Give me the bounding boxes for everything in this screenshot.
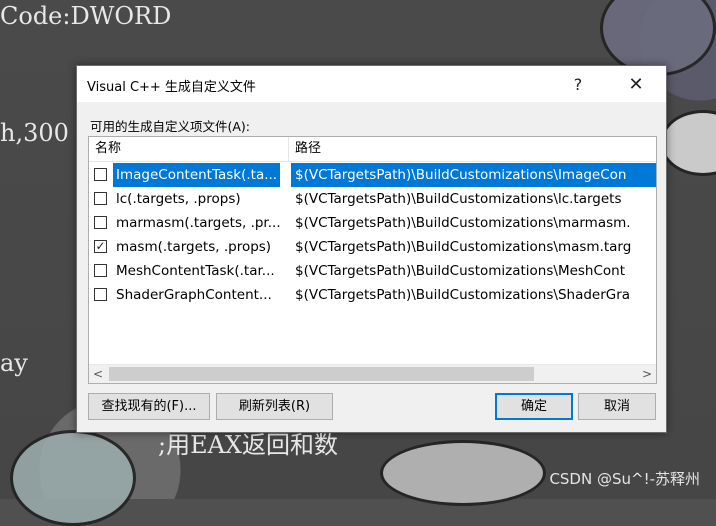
close-button[interactable]: ✕ [613,66,659,102]
item-checkbox-checked[interactable]: ✓ [94,240,107,253]
close-icon: ✕ [628,73,644,95]
item-name: ImageContentTask(.ta... [113,163,281,187]
refresh-list-button[interactable]: 刷新列表(R) [216,393,333,420]
item-checkbox[interactable] [94,168,107,181]
list-item[interactable]: MeshContentTask(.tar... $(VCTargetsPath)… [89,259,656,283]
item-name: masm(.targets, .props) [116,239,272,255]
item-name: MeshContentTask(.tar... [116,263,275,279]
help-button[interactable]: ? [555,66,601,102]
code-line: h,300 [0,119,69,147]
dialog-title: Visual C++ 生成自定义文件 [87,80,256,95]
item-checkbox[interactable] [94,192,107,205]
ok-button[interactable]: 确定 [495,393,573,420]
scroll-right-icon[interactable]: > [638,365,656,383]
item-path: $(VCTargetsPath)\BuildCustomizations\Ima… [291,163,656,187]
item-name: marmasm(.targets, .pr... [116,215,281,231]
scroll-left-icon[interactable]: < [89,365,107,383]
list-header: 名称 路径 [89,137,656,162]
watermark: CSDN @Su^!-苏释州 [549,470,700,488]
item-checkbox[interactable] [94,264,107,277]
item-path: $(VCTargetsPath)\BuildCustomizations\mar… [295,215,631,231]
item-path: $(VCTargetsPath)\BuildCustomizations\Sha… [295,287,631,303]
list-label: 可用的生成自定义项文件(A): [90,119,251,134]
find-existing-button[interactable]: 查找现有的(F)... [88,393,210,420]
item-checkbox[interactable] [94,216,107,229]
item-name: ShaderGraphContent... [116,287,272,303]
horizontal-scrollbar[interactable]: < > [89,364,656,383]
code-line: ay [0,349,28,377]
list-item[interactable]: lc(.targets, .props) $(VCTargetsPath)\Bu… [89,187,656,211]
scroll-thumb[interactable] [109,367,534,381]
customization-list[interactable]: 名称 路径 ImageContentTask(.ta... $(VCTarget… [88,136,657,384]
code-line: Code:DWORD [0,2,172,30]
list-item[interactable]: ImageContentTask(.ta... $(VCTargetsPath)… [89,163,656,187]
title-bar[interactable]: Visual C++ 生成自定义文件 ? ✕ [77,66,666,102]
background-doodle [10,430,136,526]
build-customizations-dialog: Visual C++ 生成自定义文件 ? ✕ 可用的生成自定义项文件(A): 名… [76,65,667,433]
column-header-name[interactable]: 名称 [89,137,289,161]
list-item[interactable]: marmasm(.targets, .pr... $(VCTargetsPath… [89,211,656,235]
item-path: $(VCTargetsPath)\BuildCustomizations\mas… [295,239,632,255]
list-rows: ImageContentTask(.ta... $(VCTargetsPath)… [89,163,656,307]
list-item[interactable]: ShaderGraphContent... $(VCTargetsPath)\B… [89,283,656,307]
item-path: $(VCTargetsPath)\BuildCustomizations\lc.… [295,191,622,207]
column-header-path[interactable]: 路径 [289,137,656,161]
background-doodle [380,440,546,506]
cancel-button[interactable]: 取消 [578,393,656,420]
list-item[interactable]: ✓ masm(.targets, .props) $(VCTargetsPath… [89,235,656,259]
item-path: $(VCTargetsPath)\BuildCustomizations\Mes… [295,263,626,279]
background-doodle [660,110,716,176]
item-checkbox[interactable] [94,288,107,301]
item-name: lc(.targets, .props) [116,191,241,207]
help-icon: ? [573,74,583,94]
